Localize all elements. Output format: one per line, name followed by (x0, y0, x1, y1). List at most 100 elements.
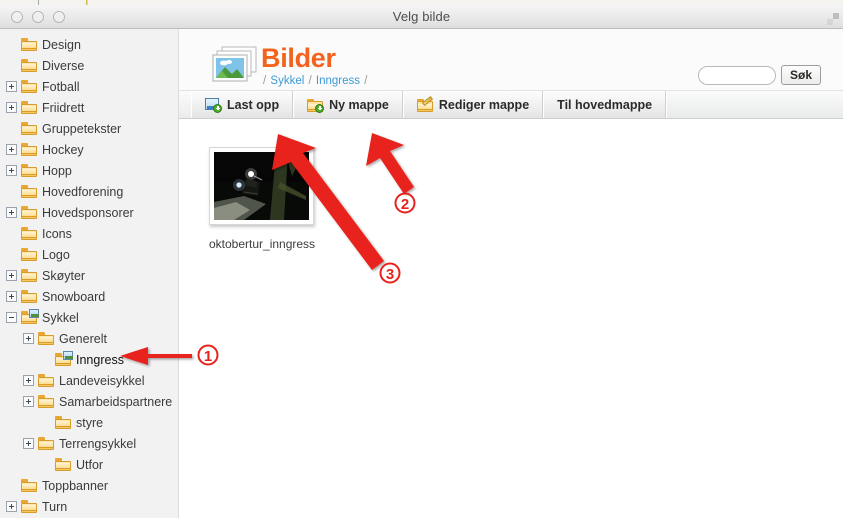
night-mountain-biker-photo (214, 152, 309, 220)
expand-toggle-icon[interactable] (6, 207, 17, 218)
folder-icon (55, 458, 71, 471)
expand-toggle-icon[interactable] (6, 81, 17, 92)
folder-icon (38, 332, 54, 345)
sidebar-item-label: Hovedsponsorer (42, 205, 134, 220)
sidebar-item-friidrett[interactable]: Friidrett (0, 97, 178, 118)
folder-icon (21, 479, 37, 492)
breadcrumb[interactable]: / Sykkel / Inngress / (263, 75, 367, 87)
folder-icon (21, 290, 37, 303)
breadcrumb-sep: / (263, 75, 267, 87)
sidebar-item-landeveisykkel[interactable]: Landeveisykkel (0, 370, 178, 391)
toolbar-filler (666, 91, 843, 118)
search-area[interactable]: Søk (698, 65, 821, 85)
breadcrumb-link-sykkel[interactable]: Sykkel (270, 75, 304, 87)
sidebar-item-logo[interactable]: Logo (0, 244, 178, 265)
edit-folder-icon (416, 95, 433, 112)
sidebar-item-icons[interactable]: Icons (0, 223, 178, 244)
folder-image-icon (55, 351, 73, 366)
sidebar-item-label: Toppbanner (42, 478, 109, 493)
expand-toggle-icon[interactable] (6, 102, 17, 113)
sidebar-item-label: Icons (42, 226, 72, 241)
folder-icon (21, 59, 37, 72)
sidebar-item-label: Hopp (42, 163, 72, 178)
sidebar-item-gruppetekster[interactable]: Gruppetekster (0, 118, 178, 139)
sidebar-item-label: Fotball (42, 79, 80, 94)
file-item[interactable]: oktobertur_inngress (209, 147, 329, 251)
folder-icon (21, 269, 37, 282)
folder-icon (38, 395, 54, 408)
sidebar-item-diverse[interactable]: Diverse (0, 55, 178, 76)
expand-toggle-icon[interactable] (23, 396, 34, 407)
window-titlebar: Velg bilde (0, 5, 843, 29)
file-name: oktobertur_inngress (209, 237, 316, 251)
sidebar-item-sk-yter[interactable]: Skøyter (0, 265, 178, 286)
breadcrumb-link-inngress[interactable]: Inngress (316, 75, 360, 87)
file-grid[interactable]: oktobertur_inngress (179, 119, 843, 517)
expand-toggle-icon[interactable] (23, 375, 34, 386)
sidebar-item-label: Gruppetekster (42, 121, 122, 136)
sidebar-item-snowboard[interactable]: Snowboard (0, 286, 178, 307)
sidebar-item-label: Logo (42, 247, 70, 262)
sidebar-item-label: Generelt (59, 331, 107, 346)
thumbnail-frame[interactable] (209, 147, 314, 225)
new-folder-icon (307, 98, 325, 113)
breadcrumb-sep: / (308, 75, 312, 87)
toolbar-button-til-hovedmappe[interactable]: Til hovedmappe (543, 91, 667, 118)
sidebar-item-inngress[interactable]: Inngress (0, 349, 178, 370)
sidebar-item-label: Diverse (42, 58, 85, 73)
sidebar-item-generelt[interactable]: Generelt (0, 328, 178, 349)
sidebar-item-label: Friidrett (42, 100, 85, 115)
expand-toggle-icon[interactable] (6, 144, 17, 155)
folder-icon (21, 80, 37, 93)
expand-toggle-icon[interactable] (23, 438, 34, 449)
sidebar-item-sykkel[interactable]: Sykkel (0, 307, 178, 328)
sidebar-item-label: Design (42, 37, 81, 52)
toolbar-button-last-opp[interactable]: Last opp (191, 91, 294, 118)
folder-icon (38, 437, 54, 450)
sidebar-item-utfor[interactable]: Utfor (0, 454, 178, 475)
folder-icon (21, 248, 37, 261)
upload-image-icon (205, 97, 222, 113)
expand-toggle-icon[interactable] (6, 501, 17, 512)
collapse-toggle-icon[interactable] (6, 312, 17, 323)
folder-tree[interactable]: Design Diverse Fotball Friidrett Gruppetekst… (0, 29, 178, 517)
sidebar-item-toppbanner[interactable]: Toppbanner (0, 475, 178, 496)
expand-toggle-icon[interactable] (6, 291, 17, 302)
expand-toggle-icon[interactable] (6, 270, 17, 281)
sidebar-item-label: Skøyter (42, 268, 86, 283)
search-input[interactable] (698, 65, 776, 85)
sidebar-item-label: styre (76, 415, 104, 430)
toolbar-button-label: Til hovedmappe (557, 97, 653, 112)
sidebar-item-hopp[interactable]: Hopp (0, 160, 178, 181)
sidebar-item-label: Snowboard (42, 289, 106, 304)
sidebar-item-styre[interactable]: styre (0, 412, 178, 433)
toolbar-button-ny-mappe[interactable]: Ny mappe (293, 91, 403, 118)
expand-toggle-icon[interactable] (23, 333, 34, 344)
folder-tree-sidebar[interactable]: Design Diverse Fotball Friidrett Gruppetekst… (0, 29, 178, 518)
sidebar-item-samarbeidspartnere[interactable]: Samarbeidspartnere (0, 391, 178, 412)
sidebar-item-design[interactable]: Design (0, 34, 178, 55)
folder-icon (21, 185, 37, 198)
toolbar-button-label: Last opp (227, 97, 280, 112)
toolbar-button-label: Ny mappe (329, 97, 389, 112)
sidebar-item-hovedforening[interactable]: Hovedforening (0, 181, 178, 202)
window-root: Velg bilde Design Diverse Fotball Friidrett… (0, 0, 843, 518)
sidebar-item-turn[interactable]: Turn (0, 496, 178, 517)
sidebar-item-hockey[interactable]: Hockey (0, 139, 178, 160)
expand-toggle-icon[interactable] (6, 165, 17, 176)
sidebar-item-hovedsponsorer[interactable]: Hovedsponsorer (0, 202, 178, 223)
sidebar-item-terrengsykkel[interactable]: Terrengsykkel (0, 433, 178, 454)
folder-icon (55, 416, 71, 429)
search-button[interactable]: Søk (781, 65, 821, 85)
sidebar-item-label: Terrengsykkel (59, 436, 137, 451)
sidebar-item-fotball[interactable]: Fotball (0, 76, 178, 97)
folder-icon (21, 164, 37, 177)
folder-icon (21, 122, 37, 135)
window-title: Velg bilde (392, 9, 451, 24)
resize-grip-icon[interactable] (826, 12, 840, 26)
thumbnail-image[interactable] (214, 152, 309, 220)
toolbar-button-rediger-mappe[interactable]: Rediger mappe (402, 91, 544, 118)
folder-icon (21, 143, 37, 156)
folder-icon (21, 38, 37, 51)
action-toolbar[interactable]: Last opp Ny mappe Rediger mappe Til hove… (179, 91, 843, 119)
